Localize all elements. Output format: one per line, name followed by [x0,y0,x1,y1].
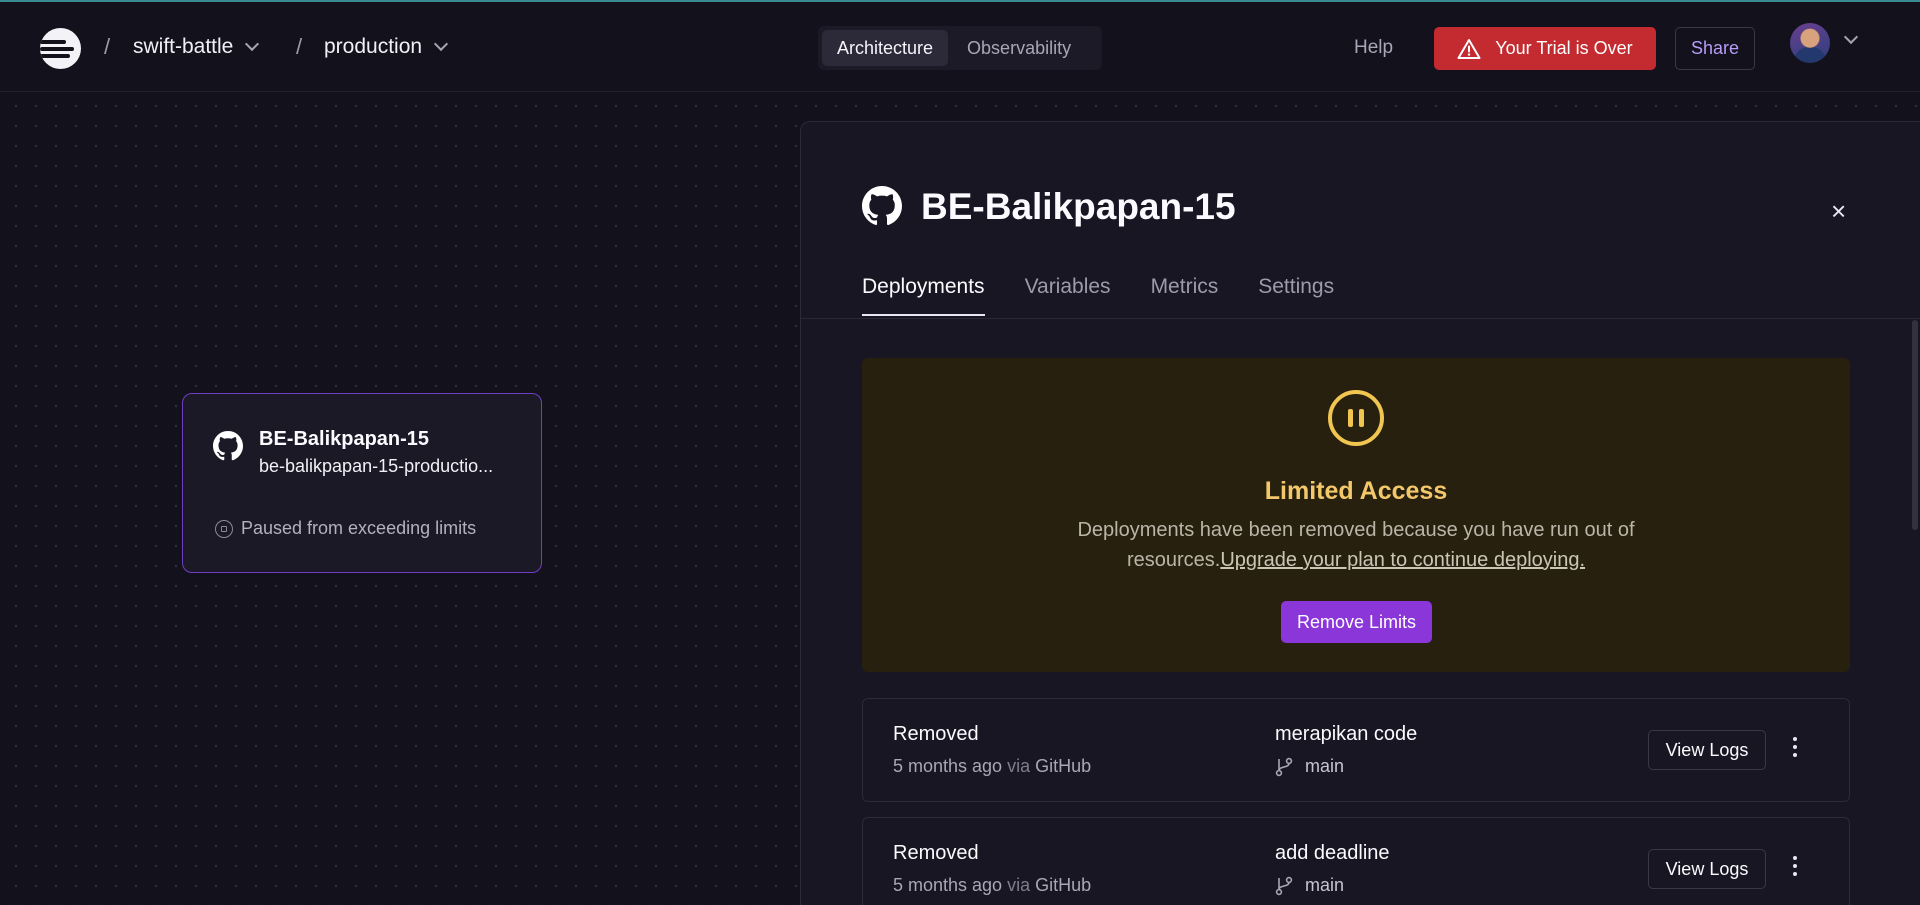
panel-scrollbar[interactable] [1912,320,1918,530]
project-name: swift-battle [133,35,234,58]
chevron-down-icon [434,36,449,52]
github-icon [213,431,243,461]
node-subtitle: be-balikpapan-15-productio... [259,456,494,476]
via-label: via [1007,756,1031,776]
project-selector[interactable]: swift-battle [133,35,260,59]
deployment-status: Removed [893,842,979,864]
deployment-source: GitHub [1035,756,1092,776]
top-bar: / swift-battle / production Architecture… [0,2,1920,92]
deployment-branch: main [1275,875,1344,896]
deployment-time: 5 months ago via GitHub [893,756,1091,777]
environment-selector[interactable]: production [324,35,449,59]
via-label: via [1007,875,1031,895]
tab-metrics[interactable]: Metrics [1151,275,1219,316]
remove-limits-button[interactable]: Remove Limits [1281,601,1432,643]
help-link[interactable]: Help [1354,37,1393,59]
environment-name: production [324,35,423,58]
share-button[interactable]: Share [1675,27,1755,70]
tab-observability[interactable]: Observability [952,30,1086,66]
tab-deployments[interactable]: Deployments [862,275,985,316]
panel-tabs: Deployments Variables Metrics Settings [862,275,1334,316]
trial-over-button[interactable]: Your Trial is Over [1434,27,1656,70]
branch-name: main [1305,756,1345,776]
limited-access-banner: Limited Access Deployments have been rem… [862,358,1850,672]
branch-name: main [1305,875,1345,895]
avatar[interactable] [1790,23,1830,63]
app-logo[interactable] [40,28,81,69]
tab-architecture[interactable]: Architecture [822,30,949,66]
banner-title: Limited Access [1264,477,1448,505]
deployment-status: Removed [893,723,979,745]
more-options-icon[interactable] [1793,737,1799,757]
upgrade-plan-link[interactable]: Upgrade your plan to continue deploying. [1220,549,1585,571]
trial-label: Your Trial is Over [1495,38,1633,58]
commit-message: merapikan code [1275,723,1418,745]
tabs-divider [801,318,1920,319]
deployment-time: 5 months ago via GitHub [893,875,1091,896]
banner-text: Deployments have been removed because yo… [1062,515,1650,575]
breadcrumb-separator: / [104,34,111,59]
node-status-label: Paused from exceeding limits [241,518,477,538]
git-branch-icon [1275,757,1293,776]
commit-message: add deadline [1275,842,1390,864]
deployment-row[interactable]: Removed 5 months ago via GitHub add dead… [862,817,1850,905]
deployment-branch: main [1275,756,1344,777]
node-status: Paused from exceeding limits [215,518,476,539]
paused-icon [215,519,233,538]
pause-icon [1328,390,1384,446]
node-title: BE-Balikpapan-15 [259,428,430,450]
service-node-card[interactable]: BE-Balikpapan-15 be-balikpapan-15-produc… [182,393,542,573]
tab-settings[interactable]: Settings [1258,275,1334,316]
git-branch-icon [1275,876,1293,895]
deployment-row[interactable]: Removed 5 months ago via GitHub merapika… [862,698,1850,802]
more-options-icon[interactable] [1793,856,1799,876]
service-details-panel: BE-Balikpapan-15 × Deployments Variables… [800,121,1920,905]
warning-icon [1457,38,1481,59]
chevron-down-icon[interactable] [1843,29,1859,45]
panel-title: BE-Balikpapan-15 [921,186,1236,227]
view-switcher: Architecture Observability [818,26,1102,70]
view-logs-button[interactable]: View Logs [1648,849,1766,889]
chevron-down-icon [245,36,260,52]
view-logs-button[interactable]: View Logs [1648,730,1766,770]
breadcrumb-separator: / [296,34,303,59]
close-icon[interactable]: × [1831,198,1846,224]
deployment-source: GitHub [1035,875,1092,895]
deployment-age: 5 months ago [893,756,1003,776]
tab-variables[interactable]: Variables [1025,275,1111,316]
github-icon [862,186,902,226]
deployment-age: 5 months ago [893,875,1003,895]
